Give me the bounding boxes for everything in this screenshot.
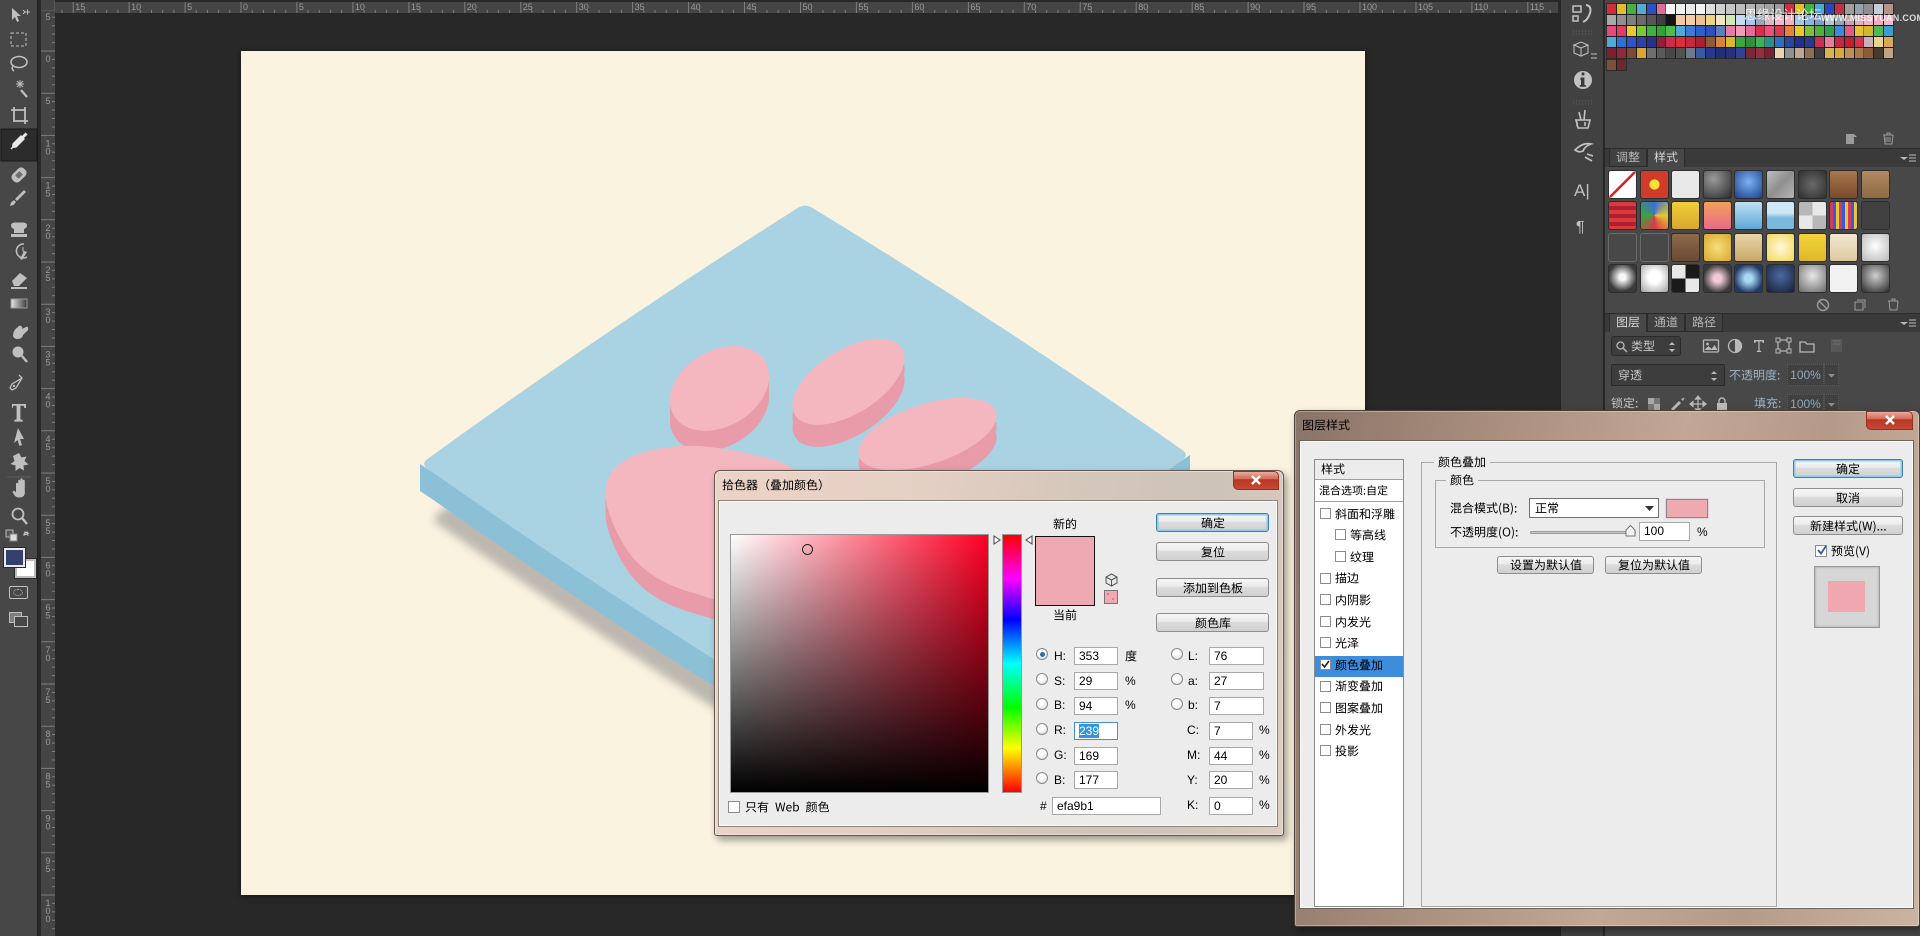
svg-text:0: 0 [45, 653, 50, 663]
svg-text:100: 100 [1362, 2, 1377, 12]
svg-text:80: 80 [1138, 2, 1148, 12]
svg-text:30: 30 [579, 2, 589, 12]
svg-text:5: 5 [45, 273, 50, 283]
svg-text:105: 105 [1418, 2, 1433, 12]
svg-text:55: 55 [858, 2, 868, 12]
svg-text:0: 0 [243, 2, 248, 12]
svg-text:65: 65 [970, 2, 980, 12]
svg-text:75: 75 [1082, 2, 1092, 12]
svg-text:0: 0 [45, 822, 50, 832]
svg-text:5: 5 [45, 864, 50, 874]
svg-text:0: 0 [45, 231, 50, 241]
svg-text:20: 20 [467, 2, 477, 12]
svg-text:0: 0 [45, 568, 50, 578]
svg-text:5: 5 [45, 526, 50, 536]
svg-text:5: 5 [187, 2, 192, 12]
svg-text:5: 5 [45, 96, 50, 106]
svg-text:40: 40 [691, 2, 701, 12]
svg-text:5: 5 [45, 189, 50, 199]
svg-text:0: 0 [45, 737, 50, 747]
svg-text:0: 0 [45, 146, 50, 156]
svg-text:¶: ¶ [1576, 219, 1585, 236]
svg-text:5: 5 [45, 611, 50, 621]
svg-text:95: 95 [1306, 2, 1316, 12]
svg-text:A|: A| [1574, 181, 1590, 200]
svg-text:0: 0 [45, 54, 50, 64]
svg-text:5: 5 [299, 2, 304, 12]
svg-text:5: 5 [45, 779, 50, 789]
svg-text:45: 45 [747, 2, 757, 12]
svg-text:70: 70 [1026, 2, 1036, 12]
svg-text:35: 35 [635, 2, 645, 12]
svg-text:15: 15 [411, 2, 421, 12]
svg-text:0: 0 [45, 914, 50, 924]
svg-text:50: 50 [803, 2, 813, 12]
svg-text:0: 0 [45, 400, 50, 410]
svg-text:0: 0 [45, 484, 50, 494]
svg-text:10: 10 [131, 2, 141, 12]
svg-text:5: 5 [45, 12, 50, 22]
svg-text:5: 5 [45, 357, 50, 367]
svg-text:90: 90 [1250, 2, 1260, 12]
svg-text:110: 110 [1474, 2, 1488, 12]
svg-text:115: 115 [1530, 2, 1544, 12]
svg-text:10: 10 [355, 2, 365, 12]
svg-text:25: 25 [523, 2, 533, 12]
svg-text:85: 85 [1194, 2, 1204, 12]
svg-text:15: 15 [75, 2, 85, 12]
svg-text:0: 0 [45, 315, 50, 325]
svg-text:60: 60 [914, 2, 924, 12]
svg-text:5: 5 [45, 695, 50, 705]
svg-text:5: 5 [45, 442, 50, 452]
